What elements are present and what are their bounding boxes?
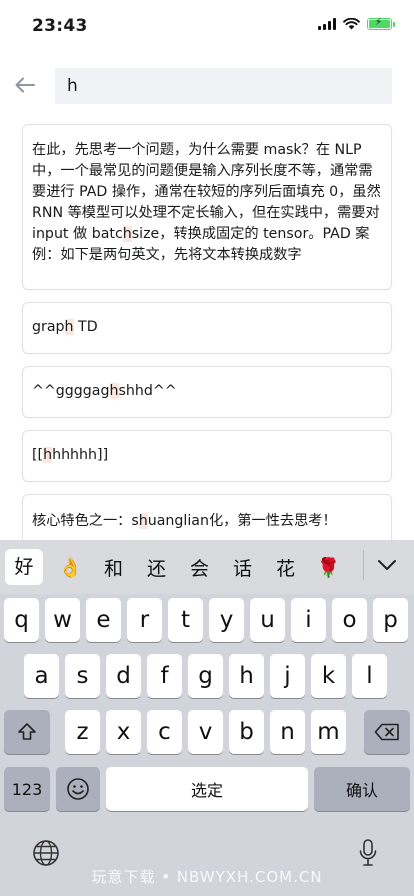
key-v[interactable]: v <box>188 710 223 754</box>
emoji-key[interactable] <box>56 767 100 811</box>
result-card[interactable]: ^^ggggaghshhd^^ <box>22 366 392 418</box>
candidate-divider <box>363 550 364 580</box>
key-d[interactable]: d <box>106 654 141 698</box>
key-b[interactable]: b <box>229 710 264 754</box>
key-g[interactable]: g <box>188 654 223 698</box>
search-results: 在此，先思考一个问题，为什么需要 mask？在 NLP 中，一个最常见的问题便是… <box>22 124 392 560</box>
result-text: ^^ggggaghshhd^^ <box>32 383 177 399</box>
status-icons: ⚡ <box>318 17 395 30</box>
dictation-button[interactable] <box>352 837 384 869</box>
status-bar: 23:43 ⚡ <box>0 0 414 48</box>
numbers-key[interactable]: 123 <box>4 767 50 811</box>
key-u[interactable]: u <box>250 598 285 642</box>
result-text: graph TD <box>32 319 98 335</box>
key-w[interactable]: w <box>45 598 80 642</box>
candidate-item[interactable]: 还 <box>135 554 178 581</box>
status-time: 23:43 <box>32 16 88 36</box>
result-card[interactable]: 在此，先思考一个问题，为什么需要 mask？在 NLP 中，一个最常见的问题便是… <box>22 124 392 290</box>
emoji-icon <box>67 778 89 800</box>
key-q[interactable]: q <box>4 598 39 642</box>
space-key[interactable]: 选定 <box>106 767 308 811</box>
shift-icon <box>18 723 36 740</box>
candidate-item[interactable]: 会 <box>178 554 221 581</box>
key-m[interactable]: m <box>311 710 346 754</box>
microphone-icon <box>359 839 377 866</box>
back-button[interactable] <box>12 72 38 98</box>
candidate-item[interactable]: 花 <box>264 554 307 581</box>
candidate-item[interactable]: 好 <box>5 549 43 585</box>
watermark: 玩意下载 • NBWYXH.COM.CN <box>91 868 323 886</box>
key-x[interactable]: x <box>106 710 141 754</box>
candidate-item[interactable]: 👌 <box>49 556 92 579</box>
key-j[interactable]: j <box>270 654 305 698</box>
result-text: 在此，先思考一个问题，为什么需要 mask？在 NLP 中，一个最常见的问题便是… <box>32 142 381 263</box>
key-l[interactable]: l <box>352 654 387 698</box>
key-f[interactable]: f <box>147 654 182 698</box>
key-z[interactable]: z <box>65 710 100 754</box>
candidate-bar: 好 👌 和 还 会 话 花 🌹 <box>0 540 414 594</box>
result-card[interactable]: graph TD <box>22 302 392 354</box>
candidate-item[interactable]: 和 <box>92 554 135 581</box>
key-h[interactable]: h <box>229 654 264 698</box>
candidate-item[interactable]: 🌹 <box>307 556 350 579</box>
backspace-icon <box>374 723 399 741</box>
chevron-down-icon <box>378 560 396 570</box>
globe-button[interactable] <box>30 837 62 869</box>
candidate-item[interactable]: 话 <box>221 554 264 581</box>
cellular-signal-icon <box>318 18 336 30</box>
arrow-left-icon <box>15 77 35 93</box>
key-a[interactable]: a <box>24 654 59 698</box>
key-c[interactable]: c <box>147 710 182 754</box>
wifi-icon <box>343 18 360 30</box>
key-s[interactable]: s <box>65 654 100 698</box>
key-r[interactable]: r <box>127 598 162 642</box>
expand-candidates-button[interactable] <box>376 554 398 576</box>
keyboard: 好 👌 和 还 会 话 花 🌹 qwertyuiop asdfghjkl zxc… <box>0 540 414 896</box>
battery-icon: ⚡ <box>367 17 395 30</box>
search-input[interactable]: h <box>55 68 392 104</box>
key-e[interactable]: e <box>86 598 121 642</box>
result-text: 核心特色之一：shuanglian化，第一性去思考！ <box>32 513 337 529</box>
globe-icon <box>33 840 59 866</box>
result-text: [[hhhhhh]] <box>32 447 109 463</box>
key-i[interactable]: i <box>291 598 326 642</box>
shift-key[interactable] <box>4 710 50 754</box>
key-p[interactable]: p <box>373 598 408 642</box>
confirm-key[interactable]: 确认 <box>314 767 410 811</box>
delete-key[interactable] <box>364 710 410 754</box>
key-n[interactable]: n <box>270 710 305 754</box>
result-card[interactable]: [[hhhhhh]] <box>22 430 392 482</box>
key-k[interactable]: k <box>311 654 346 698</box>
key-o[interactable]: o <box>332 598 367 642</box>
key-y[interactable]: y <box>209 598 244 642</box>
key-t[interactable]: t <box>168 598 203 642</box>
